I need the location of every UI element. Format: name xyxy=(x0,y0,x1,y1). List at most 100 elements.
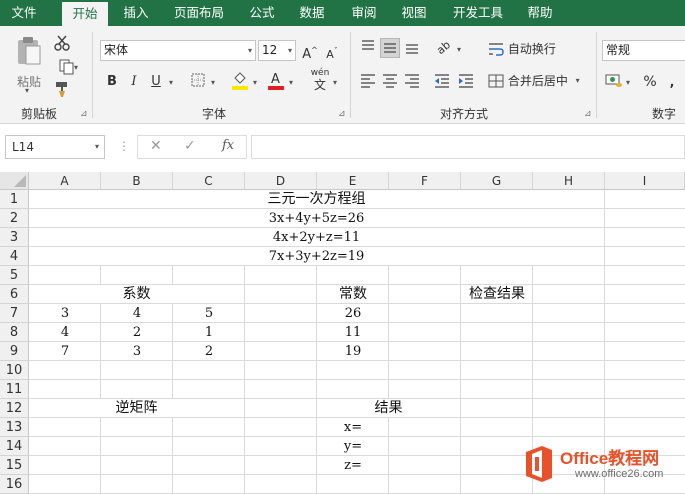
cell-check-header[interactable]: 检查结果 xyxy=(461,285,533,304)
cell-coef-header[interactable]: 系数 xyxy=(29,285,244,304)
dialog-launcher-icon[interactable]: ⊿ xyxy=(584,109,592,119)
row-header-1[interactable]: 1 xyxy=(0,190,29,209)
formula-input[interactable] xyxy=(251,135,685,159)
row-header-14[interactable]: 14 xyxy=(0,437,29,456)
font-size-combo[interactable]: 12 ▾ xyxy=(258,40,296,61)
cell-b9[interactable]: 3 xyxy=(101,342,173,361)
row-header-2[interactable]: 2 xyxy=(0,209,29,228)
cell-equation-2[interactable]: 4x+2y+z=11 xyxy=(29,228,604,247)
format-painter-button[interactable] xyxy=(52,80,72,100)
cell-title[interactable]: 三元一次方程组 xyxy=(29,190,604,209)
row-header-15[interactable]: 15 xyxy=(0,456,29,475)
column-header-h[interactable]: H xyxy=(533,172,605,190)
chevron-down-icon[interactable]: ▾ xyxy=(289,78,293,87)
column-header-e[interactable]: E xyxy=(317,172,389,190)
italic-button[interactable]: I xyxy=(124,72,144,92)
cell-e13[interactable]: x= xyxy=(317,418,389,437)
row-header-12[interactable]: 12 xyxy=(0,399,29,418)
cell-equation-3[interactable]: 7x+3y+2z=19 xyxy=(29,247,604,266)
cell-c8[interactable]: 1 xyxy=(173,323,245,342)
row-header-8[interactable]: 8 xyxy=(0,323,29,342)
chevron-down-icon[interactable]: ▾ xyxy=(626,78,630,87)
column-header-d[interactable]: D xyxy=(245,172,317,190)
column-header-f[interactable]: F xyxy=(389,172,461,190)
row-header-11[interactable]: 11 xyxy=(0,380,29,399)
align-left-button[interactable] xyxy=(358,72,378,92)
cell-e9[interactable]: 19 xyxy=(317,342,389,361)
copy-button[interactable]: ▾ xyxy=(52,58,82,78)
tab-data[interactable]: 数据 xyxy=(294,0,330,26)
cell-c9[interactable]: 2 xyxy=(173,342,245,361)
cell-result-header[interactable]: 结果 xyxy=(317,399,460,418)
number-format-combo[interactable]: 常规 xyxy=(602,40,685,61)
row-header-10[interactable]: 10 xyxy=(0,361,29,380)
row-header-4[interactable]: 4 xyxy=(0,247,29,266)
cell-e7[interactable]: 26 xyxy=(317,304,389,323)
insert-function-button[interactable]: fx xyxy=(222,138,234,153)
confirm-icon[interactable]: ✓ xyxy=(184,138,196,154)
row-header-6[interactable]: 6 xyxy=(0,285,29,304)
comma-style-icon[interactable]: , xyxy=(662,72,682,92)
align-top-button[interactable] xyxy=(358,38,378,58)
font-name-combo[interactable]: 宋体 ▾ xyxy=(100,40,256,61)
row-header-16[interactable]: 16 xyxy=(0,475,29,494)
row-header-9[interactable]: 9 xyxy=(0,342,29,361)
chevron-down-icon[interactable]: ▾ xyxy=(253,78,257,87)
column-header-c[interactable]: C xyxy=(173,172,245,190)
cell-a9[interactable]: 7 xyxy=(29,342,101,361)
cell-e14[interactable]: y= xyxy=(317,437,389,456)
merge-center-button[interactable]: 合并后居中 ▾ xyxy=(488,72,588,92)
column-header-i[interactable]: I xyxy=(605,172,685,190)
tab-help[interactable]: 帮助 xyxy=(522,0,558,26)
borders-button[interactable] xyxy=(188,72,208,92)
column-header-b[interactable]: B xyxy=(101,172,173,190)
font-color-button[interactable]: A xyxy=(266,70,286,90)
chevron-down-icon[interactable]: ▾ xyxy=(333,78,337,87)
tab-insert[interactable]: 插入 xyxy=(116,0,156,26)
increase-indent-button[interactable] xyxy=(456,72,476,92)
paste-button[interactable]: 粘贴 ▾ xyxy=(12,34,46,100)
fill-color-button[interactable] xyxy=(230,70,250,90)
phonetic-button[interactable]: wén 文 xyxy=(308,68,332,94)
cell-equation-1[interactable]: 3x+4y+5z=26 xyxy=(29,209,604,228)
tab-home[interactable]: 开始 xyxy=(62,2,108,26)
name-box[interactable]: L14 ▾ xyxy=(5,135,105,159)
accounting-format-button[interactable] xyxy=(604,72,624,92)
dialog-launcher-icon[interactable]: ⊿ xyxy=(80,109,88,119)
cell-const-header[interactable]: 常数 xyxy=(317,285,389,304)
align-right-button[interactable] xyxy=(402,72,422,92)
cell-inverse-header[interactable]: 逆矩阵 xyxy=(29,399,244,418)
row-header-5[interactable]: 5 xyxy=(0,266,29,285)
cancel-icon[interactable]: ✕ xyxy=(150,138,162,154)
vertical-dots-icon[interactable]: ⋮ xyxy=(118,139,130,153)
cell-a8[interactable]: 4 xyxy=(29,323,101,342)
tab-formulas[interactable]: 公式 xyxy=(244,0,280,26)
column-header-a[interactable]: A xyxy=(29,172,101,190)
cell-c7[interactable]: 5 xyxy=(173,304,245,323)
bold-button[interactable]: B xyxy=(102,72,122,92)
select-all-corner[interactable] xyxy=(0,172,29,190)
column-header-g[interactable]: G xyxy=(461,172,533,190)
orientation-button[interactable]: ab xyxy=(434,38,454,58)
tab-file[interactable]: 文件 xyxy=(6,0,42,26)
row-header-13[interactable]: 13 xyxy=(0,418,29,437)
wrap-text-button[interactable]: 自动换行 xyxy=(488,40,568,60)
align-bottom-button[interactable] xyxy=(402,38,422,58)
cell-a7[interactable]: 3 xyxy=(29,304,101,323)
decrease-font-button[interactable]: Aˇ xyxy=(322,41,342,61)
cell-e15[interactable]: z= xyxy=(317,456,389,475)
chevron-down-icon[interactable]: ▾ xyxy=(457,45,461,54)
align-middle-button[interactable] xyxy=(380,38,400,58)
chevron-down-icon[interactable]: ▾ xyxy=(211,78,215,87)
row-header-3[interactable]: 3 xyxy=(0,228,29,247)
cell-b8[interactable]: 2 xyxy=(101,323,173,342)
tab-view[interactable]: 视图 xyxy=(396,0,432,26)
underline-button[interactable]: U xyxy=(146,72,166,92)
percent-button[interactable]: % xyxy=(640,72,660,92)
row-header-7[interactable]: 7 xyxy=(0,304,29,323)
cut-button[interactable] xyxy=(52,34,72,54)
decrease-indent-button[interactable] xyxy=(432,72,452,92)
cell-e8[interactable]: 11 xyxy=(317,323,389,342)
cell-b7[interactable]: 4 xyxy=(101,304,173,323)
tab-review[interactable]: 审阅 xyxy=(346,0,382,26)
